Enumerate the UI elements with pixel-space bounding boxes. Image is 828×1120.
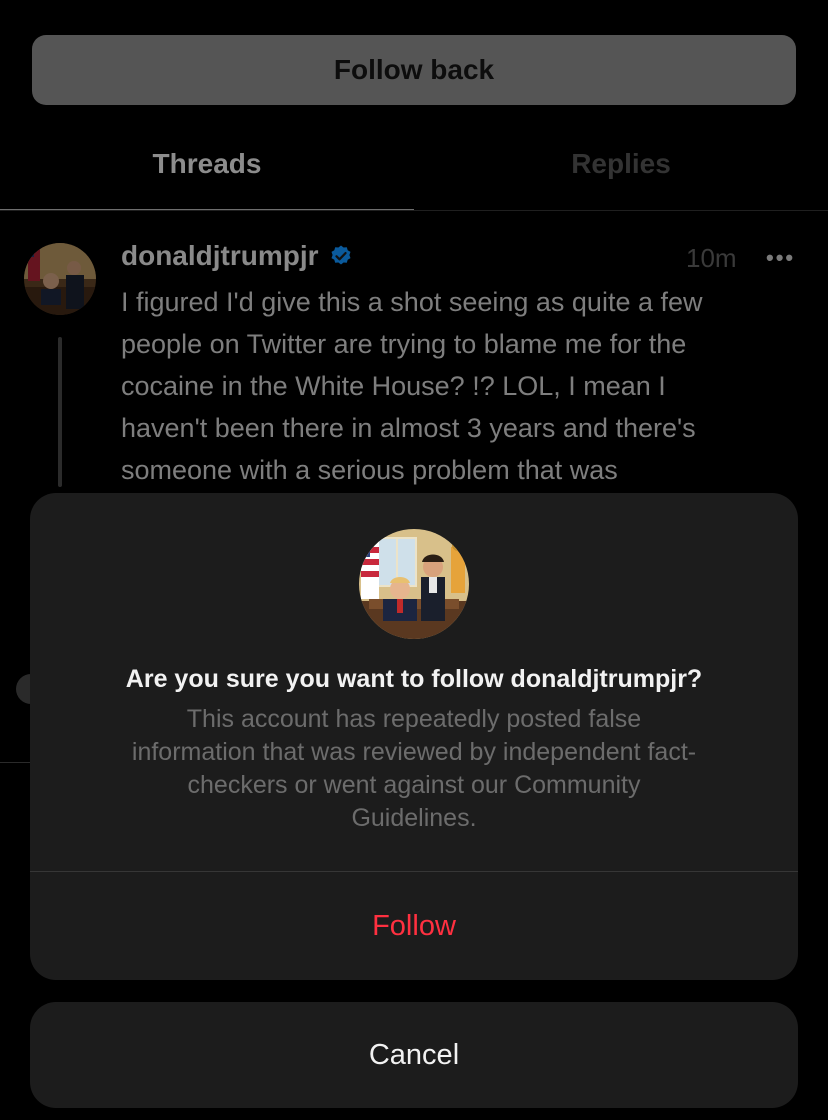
post-text: I figured I'd give this a shot seeing as… xyxy=(121,287,703,485)
tab-replies[interactable]: Replies xyxy=(414,148,828,196)
verified-badge-icon xyxy=(329,244,353,268)
dialog-avatar xyxy=(359,529,469,639)
follow-back-label: Follow back xyxy=(333,54,495,85)
tab-divider xyxy=(0,210,828,211)
follow-back-button[interactable]: Follow back xyxy=(32,35,796,105)
more-horizontal-icon[interactable]: ••• xyxy=(766,245,795,271)
dialog-title: Are you sure you want to follow donaldjt… xyxy=(125,665,703,693)
tab-replies-label: Replies xyxy=(571,148,671,179)
avatar-photo xyxy=(359,529,469,639)
follow-button-label: Follow xyxy=(372,909,456,942)
post-header: donaldjtrumpjr xyxy=(121,240,353,272)
cancel-button-label: Cancel xyxy=(368,1038,460,1071)
tab-threads[interactable]: Threads xyxy=(0,148,414,196)
post-username[interactable]: donaldjtrumpjr xyxy=(121,240,319,272)
dialog-message: This account has repeatedly posted false… xyxy=(131,705,697,832)
tab-threads-label: Threads xyxy=(152,148,262,179)
thread-line xyxy=(58,337,62,487)
post-timestamp: 10m xyxy=(686,243,737,273)
cancel-button[interactable]: Cancel xyxy=(30,1002,798,1108)
follow-confirmation-dialog: Are you sure you want to follow donaldjt… xyxy=(30,493,798,980)
post-divider xyxy=(0,762,30,763)
post-avatar[interactable] xyxy=(24,243,96,315)
follow-button[interactable]: Follow xyxy=(30,872,798,980)
avatar-photo xyxy=(24,243,96,315)
